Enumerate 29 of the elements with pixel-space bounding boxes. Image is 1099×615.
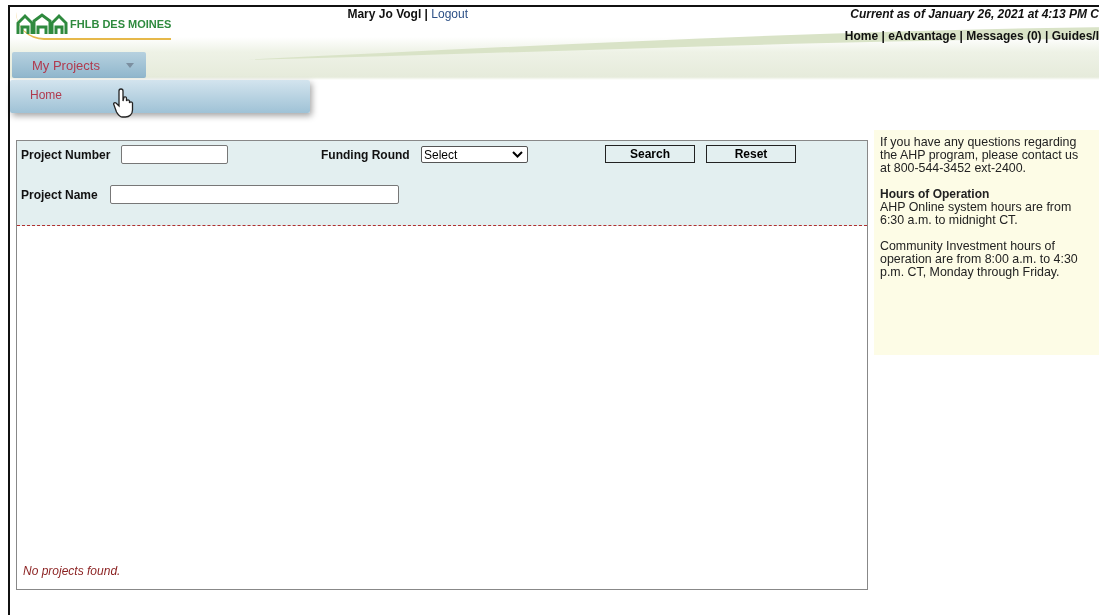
separator: | [881, 29, 885, 43]
nav-link[interactable]: Home [844, 29, 879, 43]
help-text: If you have any questions regarding the AHP program, please contact us at 800-544-3452 ext-2400. [880, 136, 1080, 175]
input-field[interactable] [110, 185, 399, 204]
logout-link[interactable]: Logout [431, 7, 468, 21]
separator: | [959, 29, 963, 43]
caret-icon [125, 63, 134, 68]
timestamp: Current as of January 26, 2021 at 4:13 PM C [849, 7, 1099, 21]
nav-link[interactable]: Messages (0) [966, 29, 1042, 43]
action-button[interactable]: Search [605, 145, 695, 163]
logo-text: FHLB DES MOINES [70, 18, 172, 30]
chevron-down-icon [512, 151, 523, 158]
user-name: Mary Jo Vogl [347, 7, 422, 21]
nav-link[interactable]: eAdvantage [888, 29, 957, 43]
field-label: Project Number [21, 148, 111, 162]
empty-message: No projects found. [23, 564, 121, 578]
field-label: Project Name [21, 188, 98, 202]
help-text: AHP Online system hours are from 6:30 a.m. to midnight CT. [880, 201, 1073, 227]
select-field[interactable]: Select [421, 146, 528, 163]
input-field[interactable] [121, 145, 228, 164]
houses-logo-icon [16, 13, 68, 35]
separator: | [424, 7, 428, 21]
help-text: Community Investment hours of operation are from 8:00 a.m. to 4:30 p.m. CT, Monday through Friday. [880, 240, 1079, 279]
action-button[interactable]: Reset [706, 145, 796, 163]
nav-link[interactable]: Guides/I [1051, 29, 1099, 43]
separator: | [1044, 29, 1049, 43]
help-heading: Hours of Operation [880, 188, 991, 201]
menu-item[interactable]: Home [30, 88, 310, 102]
field-label: Funding Round [321, 148, 410, 162]
